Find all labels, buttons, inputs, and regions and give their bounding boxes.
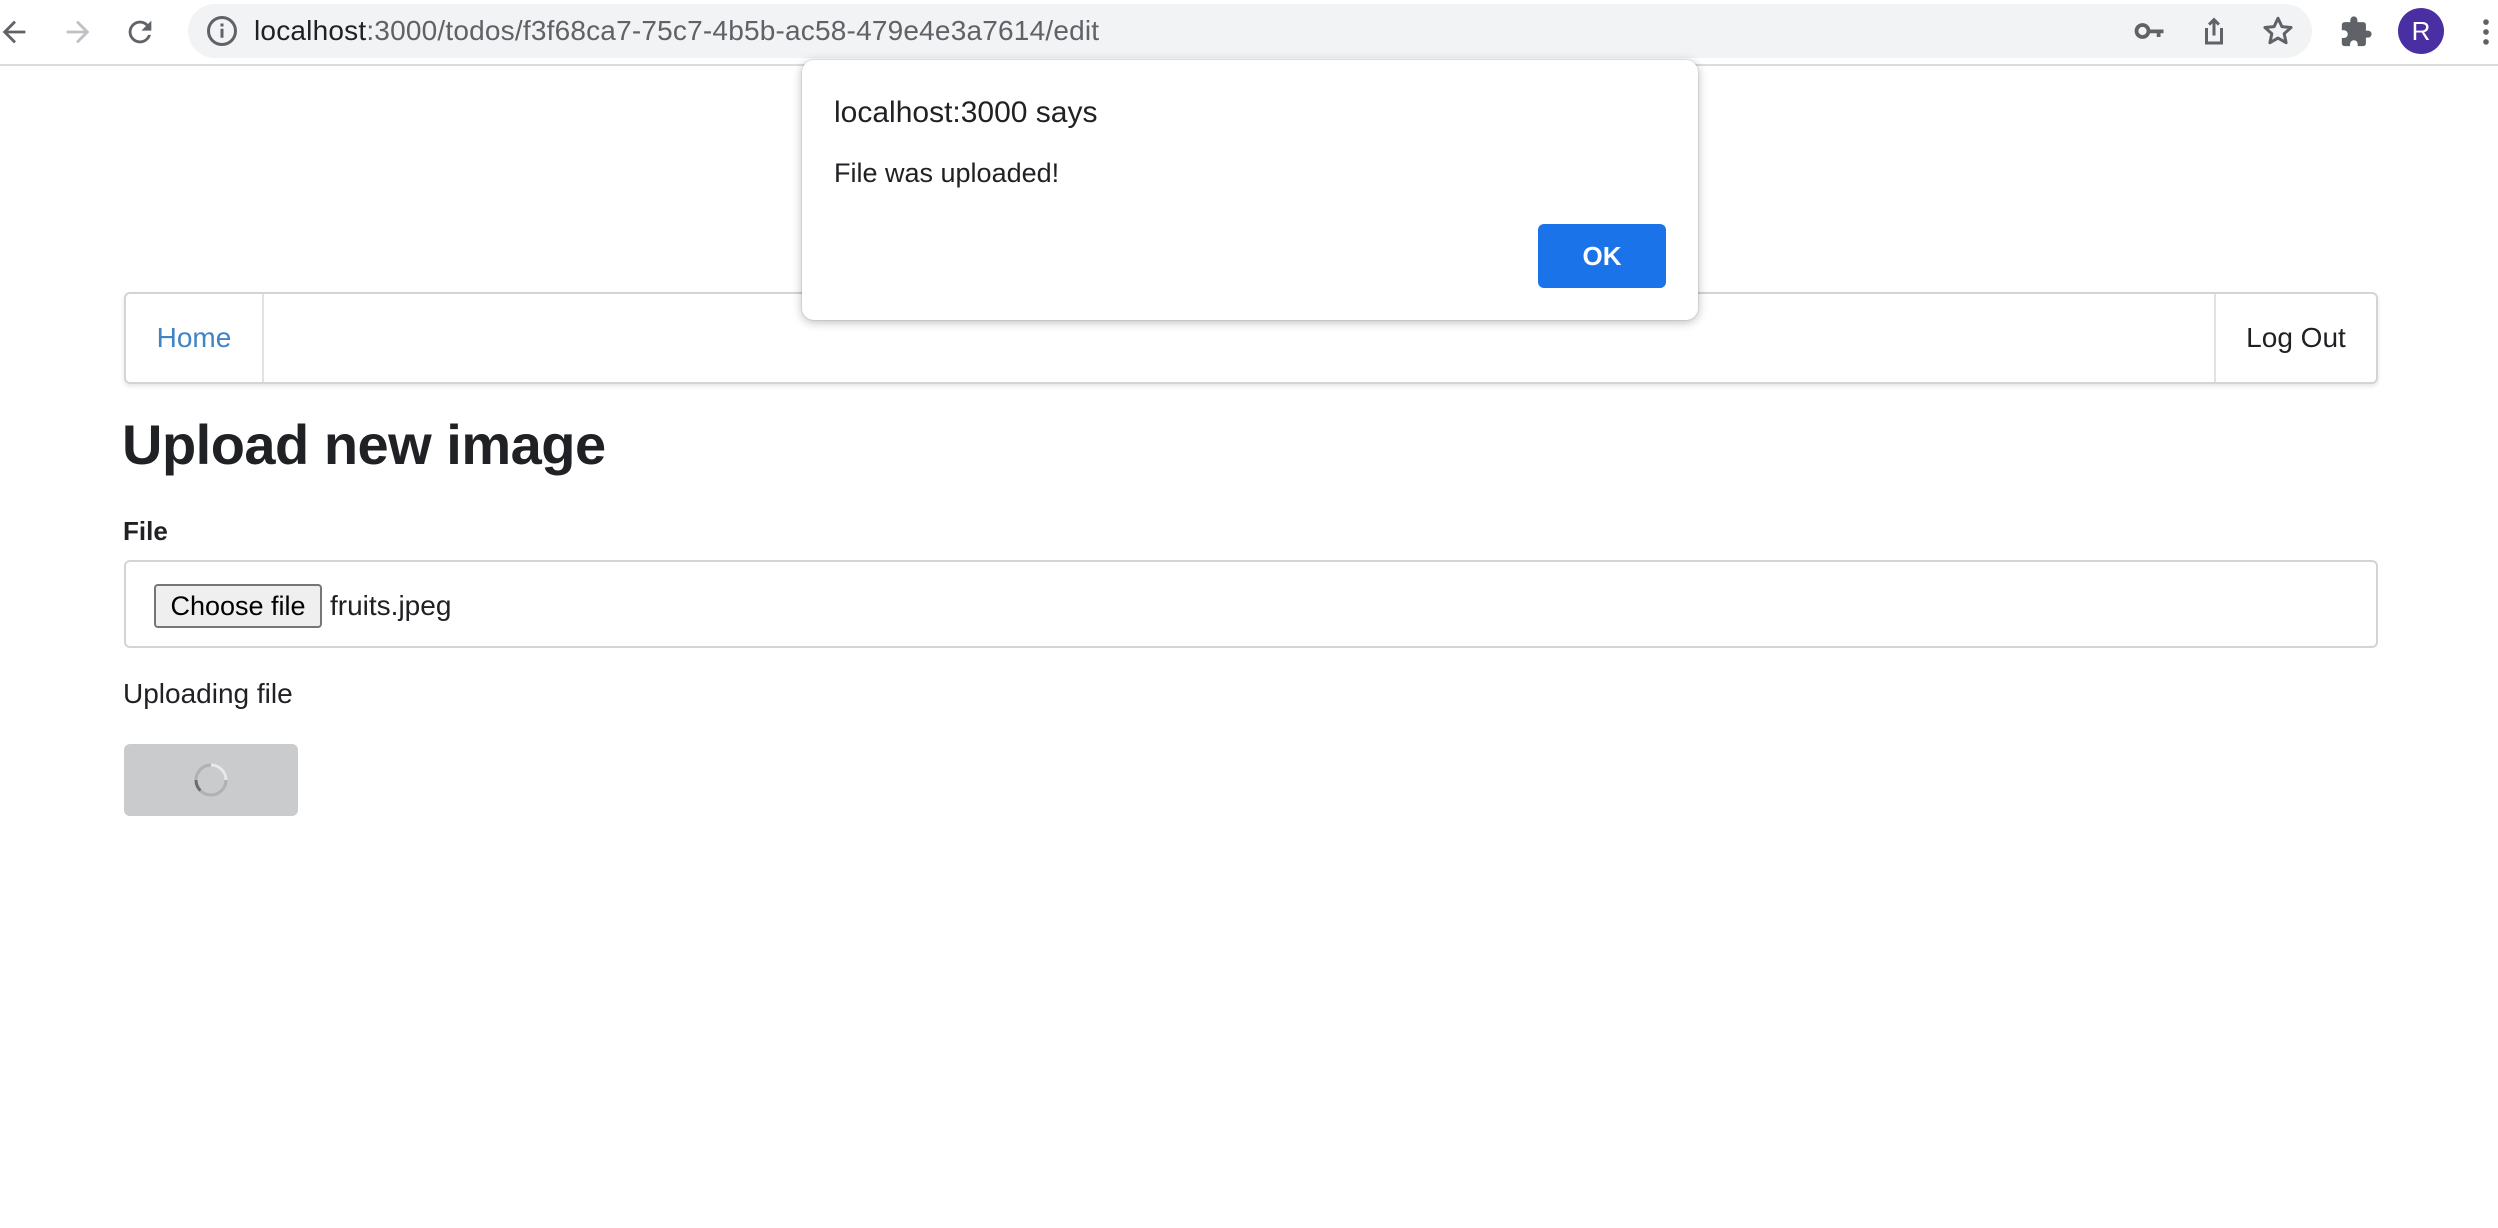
- info-icon[interactable]: [204, 13, 240, 49]
- file-label: File: [123, 516, 168, 546]
- key-icon[interactable]: [2132, 13, 2168, 49]
- back-icon[interactable]: [0, 10, 36, 54]
- forward-icon[interactable]: [56, 10, 100, 54]
- selected-file-name: fruits.jpeg: [330, 590, 452, 621]
- browser-toolbar: localhost:3000/todos/f3f68ca7-75c7-4b5b-…: [0, 0, 2498, 66]
- choose-file-button[interactable]: Choose file: [154, 584, 322, 628]
- upload-button-loading: [124, 744, 298, 816]
- alert-dialog: localhost:3000 says File was uploaded! O…: [802, 60, 1698, 320]
- reload-icon[interactable]: [118, 10, 162, 54]
- extensions-icon[interactable]: [2334, 10, 2378, 54]
- dialog-title: localhost:3000 says: [834, 96, 1098, 129]
- share-icon[interactable]: [2196, 13, 2232, 49]
- home-link[interactable]: Home: [126, 294, 264, 382]
- ok-button[interactable]: OK: [1538, 224, 1666, 288]
- url-path: :3000/todos/f3f68ca7-75c7-4b5b-ac58-479e…: [366, 15, 1100, 46]
- upload-status-text: Uploading file: [123, 678, 293, 709]
- profile-avatar[interactable]: R: [2398, 8, 2444, 54]
- url-text: localhost:3000/todos/f3f68ca7-75c7-4b5b-…: [254, 4, 1099, 58]
- star-icon[interactable]: [2260, 13, 2296, 49]
- url-host: localhost: [254, 15, 367, 46]
- page-title: Upload new image: [122, 413, 606, 476]
- file-input[interactable]: Choose file fruits.jpeg: [124, 560, 2378, 648]
- address-bar[interactable]: localhost:3000/todos/f3f68ca7-75c7-4b5b-…: [188, 4, 2312, 58]
- dialog-message: File was uploaded!: [834, 158, 1060, 188]
- loading-spinner-icon: [194, 763, 228, 797]
- menu-icon[interactable]: [2464, 10, 2498, 54]
- logout-link[interactable]: Log Out: [2214, 294, 2376, 382]
